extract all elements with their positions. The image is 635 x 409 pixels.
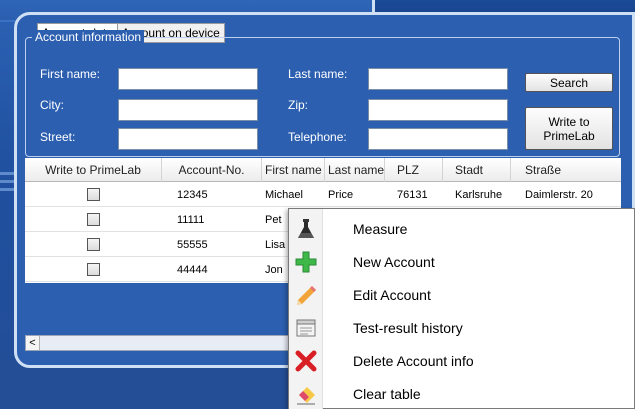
table-header: Write to PrimeLab Account-No. First name…	[25, 158, 621, 182]
pencil-icon	[297, 286, 316, 305]
menu-item-new-account[interactable]: New Account	[289, 246, 635, 278]
write-to-primelab-button[interactable]: Write to PrimeLab	[525, 107, 613, 150]
eraser-icon	[297, 387, 315, 405]
menu-item-label: Edit Account	[353, 287, 431, 303]
table-row[interactable]: 12345 Michael Price 76131 Karlsruhe Daim…	[25, 183, 621, 207]
flask-icon	[298, 219, 314, 238]
search-button[interactable]: Search	[525, 73, 613, 92]
first-name-label: First name:	[40, 67, 101, 81]
write-to-primelab-checkbox[interactable]	[87, 188, 100, 201]
menu-item-label: Clear table	[353, 386, 421, 402]
plz-cell: 76131	[397, 189, 428, 201]
street-input[interactable]	[118, 128, 258, 150]
plus-icon	[295, 251, 317, 273]
account-no-cell: 44444	[177, 264, 208, 276]
zip-input[interactable]	[368, 99, 508, 121]
delete-icon	[295, 350, 317, 372]
account-information-legend: Account information	[32, 30, 145, 44]
history-icon	[296, 319, 316, 337]
menu-item-label: Delete Account info	[353, 353, 474, 369]
column-header-first-name[interactable]: First name	[262, 158, 325, 182]
write-button-label-line2: PrimeLab	[543, 128, 595, 143]
first-name-cell: Michael	[265, 189, 303, 201]
write-to-primelab-checkbox[interactable]	[87, 213, 100, 226]
column-header-write-to-primelab[interactable]: Write to PrimeLab	[25, 158, 162, 182]
last-name-input[interactable]	[368, 68, 508, 90]
street-label: Street:	[40, 130, 76, 144]
account-no-cell: 12345	[177, 189, 208, 201]
column-header-account-no[interactable]: Account-No.	[162, 158, 262, 182]
menu-item-clear-table[interactable]: Clear table	[289, 378, 635, 409]
column-header-strasse[interactable]: Straße	[511, 158, 621, 182]
last-name-cell: Price	[328, 189, 354, 201]
column-header-stadt[interactable]: Stadt	[443, 158, 511, 182]
write-to-primelab-checkbox[interactable]	[87, 238, 100, 251]
write-button-label-line1: Write to	[548, 114, 590, 129]
menu-item-label: Measure	[353, 221, 408, 237]
column-header-plz[interactable]: PLZ	[385, 158, 443, 182]
search-button-label: Search	[549, 75, 589, 90]
menu-item-label: New Account	[353, 254, 435, 270]
menu-item-measure[interactable]: Measure	[289, 213, 635, 245]
city-input[interactable]	[118, 99, 258, 121]
zip-label: Zip:	[288, 98, 309, 112]
telephone-input[interactable]	[368, 128, 508, 150]
context-menu: Measure New Account Edit Account Test-re…	[288, 208, 635, 409]
telephone-label: Telephone:	[288, 130, 347, 144]
stadt-cell: Karlsruhe	[455, 189, 503, 201]
horizontal-scrollbar[interactable]: <	[25, 335, 295, 351]
menu-item-test-result-history[interactable]: Test-result history	[289, 312, 635, 344]
menu-item-label: Test-result history	[353, 320, 463, 336]
account-no-cell: 55555	[177, 239, 208, 251]
menu-item-delete-account-info[interactable]: Delete Account info	[289, 345, 635, 377]
column-header-last-name[interactable]: Last name	[325, 158, 385, 182]
scroll-left-arrow[interactable]: <	[26, 336, 40, 350]
first-name-input[interactable]	[118, 68, 258, 90]
strasse-cell: Daimlerstr. 20	[525, 189, 593, 201]
account-information-group: Account information First name: City: St…	[25, 30, 620, 157]
last-name-label: Last name:	[288, 67, 348, 81]
menu-item-edit-account[interactable]: Edit Account	[289, 279, 635, 311]
city-label: City:	[40, 98, 64, 112]
account-no-cell: 11111	[177, 214, 205, 226]
write-to-primelab-checkbox[interactable]	[87, 263, 100, 276]
